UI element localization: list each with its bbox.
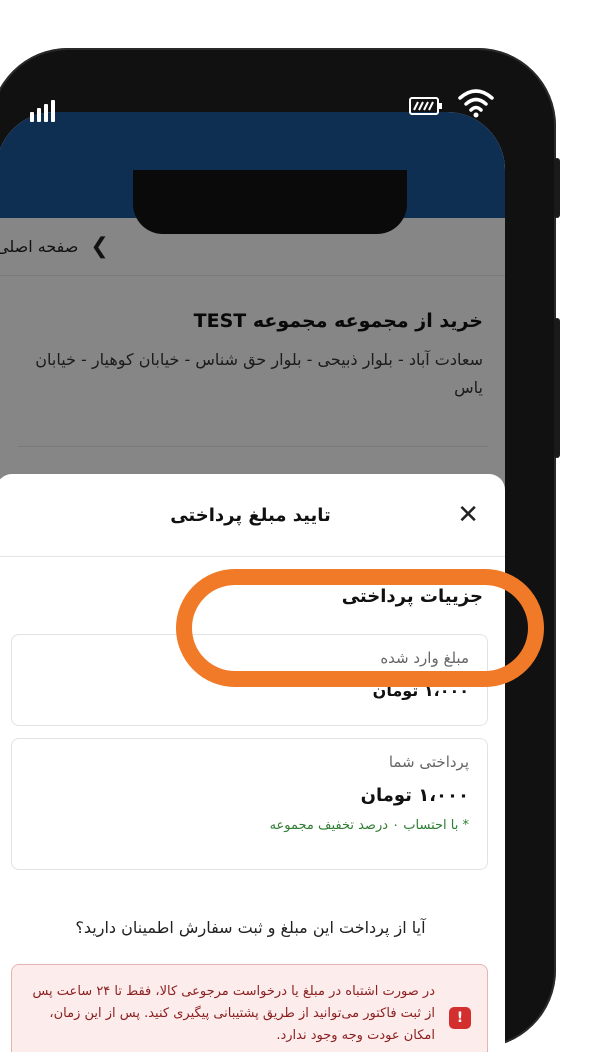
phone-frame: ❯ صفحه اصلی خرید از مجموعه مجموعه TEST س…: [0, 48, 560, 1052]
notch: [133, 170, 407, 234]
highlight-annotation: [176, 569, 544, 687]
sheet-header: تایید مبلغ پرداختی ✕: [0, 474, 505, 557]
sheet-title: تایید مبلغ پرداختی: [170, 504, 331, 526]
refund-warning-text: در صورت اشتباه در مبلغ یا درخواست مرجوعی…: [32, 984, 435, 1043]
signal-icon: [30, 92, 55, 122]
refund-warning: ! در صورت اشتباه در مبلغ یا درخواست مرجو…: [11, 964, 488, 1052]
close-icon[interactable]: ✕: [457, 502, 479, 528]
wifi-icon: [458, 89, 494, 118]
payment-confirm-sheet: تایید مبلغ پرداختی ✕ جزییات پرداختی مبلغ…: [0, 474, 505, 1052]
side-button: [554, 158, 560, 218]
discount-note: * با احتساب ۰ درصد تخفیف مجموعه: [269, 818, 469, 833]
alert-icon: !: [449, 1007, 471, 1029]
your-payment-value: ۱،۰۰۰ تومان: [360, 785, 469, 806]
battery-icon: [409, 97, 442, 115]
your-payment-label: پرداختی شما: [388, 753, 469, 771]
confirm-question: آیا از پرداخت این مبلغ و ثبت سفارش اطمین…: [75, 918, 426, 937]
side-button: [554, 318, 560, 458]
your-payment-card: پرداختی شما ۱،۰۰۰ تومان * با احتساب ۰ در…: [11, 738, 488, 870]
